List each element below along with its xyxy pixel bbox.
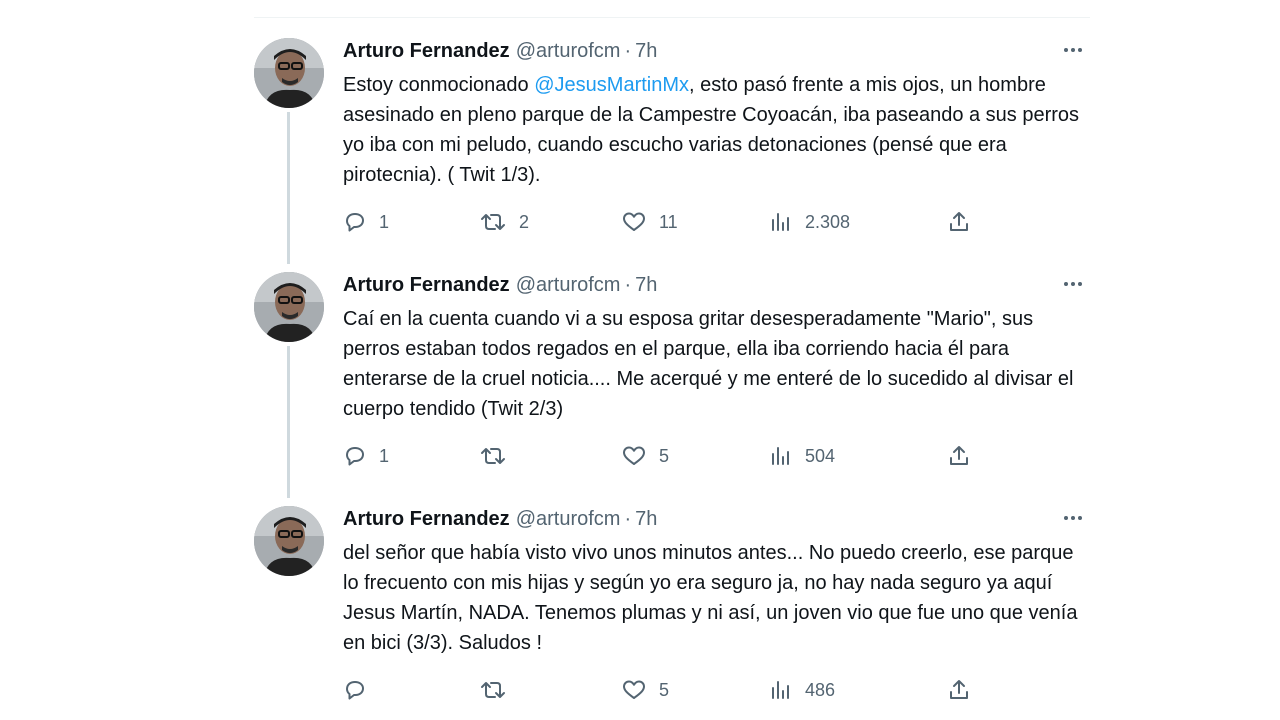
author-handle[interactable]: @arturofcm xyxy=(516,274,621,297)
author-handle[interactable]: @arturofcm xyxy=(516,508,621,531)
reply-button[interactable]: 1 xyxy=(343,207,389,237)
heart-icon xyxy=(623,212,645,231)
tweet-header: Arturo Fernandez @arturofcm · 7h xyxy=(343,272,657,298)
like-count: 5 xyxy=(659,679,670,700)
share-button[interactable] xyxy=(947,441,971,471)
view-count: 486 xyxy=(805,679,836,700)
avatar[interactable] xyxy=(254,272,324,342)
more-options-button[interactable] xyxy=(1060,276,1086,292)
more-dots-icon xyxy=(1064,282,1068,286)
author-name[interactable]: Arturo Fernandez xyxy=(343,40,510,63)
view-count: 504 xyxy=(805,445,836,466)
share-button[interactable] xyxy=(947,675,971,705)
retweet-arrows-icon xyxy=(481,448,505,464)
author-name[interactable]: Arturo Fernandez xyxy=(343,508,510,531)
like-button[interactable]: 5 xyxy=(621,675,669,705)
speech-bubble-icon xyxy=(346,213,364,232)
bar-chart-icon xyxy=(772,681,789,699)
tweet-time[interactable]: 7h xyxy=(635,40,657,63)
reply-button[interactable] xyxy=(343,675,379,705)
like-count: 11 xyxy=(659,211,678,232)
tweet-text-part: Estoy conmocionado xyxy=(343,74,535,96)
heart-icon xyxy=(623,446,645,465)
tweet-actions: 1 2 11 2.308 xyxy=(343,207,983,237)
retweet-arrows-icon xyxy=(481,682,505,698)
view-count: 2.308 xyxy=(805,211,851,232)
views-button[interactable]: 504 xyxy=(769,441,835,471)
views-button[interactable]: 486 xyxy=(769,675,835,705)
author-name[interactable]: Arturo Fernandez xyxy=(343,274,510,297)
heart-icon xyxy=(623,680,645,699)
share-upload-icon xyxy=(950,212,968,231)
share-upload-icon xyxy=(950,680,968,699)
tweet-header: Arturo Fernandez @arturofcm · 7h xyxy=(343,38,657,64)
more-dots-icon xyxy=(1064,516,1068,520)
bar-chart-icon xyxy=(772,213,789,231)
retweet-button[interactable] xyxy=(479,441,519,471)
retweet-button[interactable]: 2 xyxy=(479,207,529,237)
share-button[interactable] xyxy=(947,207,971,237)
tweet-actions: 1 5 504 xyxy=(343,441,983,471)
author-handle[interactable]: @arturofcm xyxy=(516,40,621,63)
tweet-text: Estoy conmocionado @JesusMartinMx, esto … xyxy=(343,70,1088,190)
speech-bubble-icon xyxy=(346,681,364,700)
thread-connector-line xyxy=(287,112,290,264)
more-dots-icon xyxy=(1064,48,1068,52)
retweet-arrows-icon xyxy=(481,214,505,230)
twitter-thread-page: Arturo Fernandez @arturofcm · 7h Estoy c… xyxy=(0,0,1280,720)
more-options-button[interactable] xyxy=(1060,42,1086,58)
avatar[interactable] xyxy=(254,506,324,576)
more-options-button[interactable] xyxy=(1060,510,1086,526)
separator-dot: · xyxy=(624,273,632,296)
separator-dot: · xyxy=(624,507,632,530)
mention-link[interactable]: @JesusMartinMx xyxy=(534,74,689,96)
like-button[interactable]: 5 xyxy=(621,441,669,471)
speech-bubble-icon xyxy=(346,447,364,466)
like-button[interactable]: 11 xyxy=(621,207,678,237)
tweet-text: Caí en la cuenta cuando vi a su esposa g… xyxy=(343,308,1074,420)
tweet-time[interactable]: 7h xyxy=(635,508,657,531)
thread-connector-line xyxy=(287,346,290,498)
avatar[interactable] xyxy=(254,38,324,108)
tweet-header: Arturo Fernandez @arturofcm · 7h xyxy=(343,506,657,532)
reply-button[interactable]: 1 xyxy=(343,441,389,471)
tweet-text: del señor que había visto vivo unos minu… xyxy=(343,542,1078,654)
reply-count: 1 xyxy=(379,211,390,232)
bar-chart-icon xyxy=(772,447,789,465)
views-button[interactable]: 2.308 xyxy=(769,207,850,237)
reply-count: 1 xyxy=(379,445,390,466)
top-divider xyxy=(254,17,1090,18)
tweet-actions: 5 486 xyxy=(343,675,983,705)
separator-dot: · xyxy=(624,39,632,62)
like-count: 5 xyxy=(659,445,670,466)
retweet-count: 2 xyxy=(519,211,530,232)
tweet-time[interactable]: 7h xyxy=(635,274,657,297)
share-upload-icon xyxy=(950,446,968,465)
retweet-button[interactable] xyxy=(479,675,519,705)
